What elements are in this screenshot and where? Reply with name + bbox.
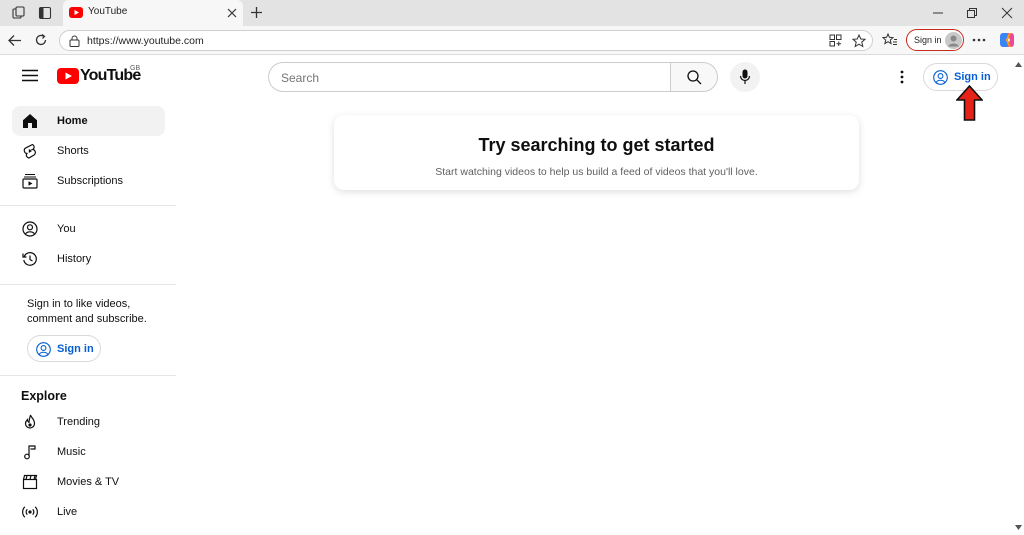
sidebar-item-trending[interactable]: Trending <box>12 407 165 437</box>
more-options-icon[interactable] <box>972 38 986 42</box>
signin-prompt: Sign in to like videos, comment and subs… <box>27 297 167 327</box>
sidebar-item-home[interactable]: Home <box>12 106 165 136</box>
sidebar-signin-label: Sign in <box>57 343 94 355</box>
sidebar-item-history[interactable]: History <box>12 244 165 274</box>
address-field[interactable]: https://www.youtube.com <box>59 30 873 51</box>
app-available-icon[interactable] <box>829 34 842 47</box>
sidebar-item-label: History <box>57 253 92 265</box>
close-tab-icon[interactable] <box>227 8 237 18</box>
signin-prompt-line: Sign in to like videos, <box>27 298 131 310</box>
minimize-icon[interactable] <box>932 7 944 19</box>
sidebar-item-label: You <box>57 223 76 235</box>
search-box <box>268 62 671 92</box>
browser-tab-youtube[interactable]: YouTube <box>63 0 243 26</box>
live-icon <box>22 506 38 518</box>
annotation-arrow-icon <box>956 85 983 121</box>
sidebar-divider <box>0 205 176 206</box>
scroll-up-arrow-icon[interactable] <box>1015 62 1022 67</box>
sidebar-item-live[interactable]: Live <box>12 497 165 527</box>
new-tab-icon[interactable] <box>250 6 263 19</box>
scroll-down-arrow-icon[interactable] <box>1015 525 1022 530</box>
tab-title: YouTube <box>88 6 128 17</box>
back-icon[interactable] <box>8 34 22 47</box>
account-circle-icon <box>933 70 948 85</box>
movies-icon <box>22 474 38 490</box>
guide-sidebar: Home Shorts Subscriptions You History Si… <box>0 104 176 535</box>
trending-icon <box>24 414 36 429</box>
tab-actions-icon[interactable] <box>38 6 52 20</box>
shorts-icon <box>23 143 36 159</box>
sidebar-item-you[interactable]: You <box>12 214 165 244</box>
sidebar-item-subscriptions[interactable]: Subscriptions <box>12 166 165 196</box>
sidebar-item-shorts[interactable]: Shorts <box>12 136 165 166</box>
search-icon <box>687 70 702 85</box>
sidebar-signin-button[interactable]: Sign in <box>27 335 101 362</box>
region-code: GB <box>130 65 141 72</box>
music-icon <box>24 445 36 460</box>
close-window-icon[interactable] <box>1001 7 1013 19</box>
sidebar-divider <box>0 375 176 376</box>
search-button[interactable] <box>670 62 718 92</box>
lock-icon[interactable] <box>69 35 80 47</box>
guide-menu-icon[interactable] <box>22 69 38 82</box>
empty-feed-card: Try searching to get started Start watch… <box>334 115 859 190</box>
microphone-icon <box>739 69 751 84</box>
workspaces-icon[interactable] <box>12 6 26 20</box>
settings-menu-icon[interactable] <box>900 70 904 84</box>
account-circle-icon <box>36 342 51 357</box>
sidebar-item-music[interactable]: Music <box>12 437 165 467</box>
history-icon <box>22 252 37 266</box>
browser-tab-bar: YouTube <box>0 0 1024 26</box>
favorites-icon[interactable] <box>882 33 898 47</box>
page-scrollbar[interactable] <box>1012 56 1024 535</box>
profile-avatar-icon <box>945 32 962 49</box>
youtube-logo[interactable]: YouTube GB <box>57 65 141 88</box>
sidebar-item-label: Live <box>57 506 78 518</box>
copilot-icon[interactable] <box>998 31 1016 49</box>
voice-search-button[interactable] <box>730 62 760 92</box>
search-input[interactable] <box>281 69 661 86</box>
youtube-page: YouTube GB Sign in <box>0 56 1024 535</box>
sidebar-item-label: Subscriptions <box>57 175 124 187</box>
home-icon <box>23 114 37 128</box>
sidebar-item-label: Home <box>57 115 88 127</box>
sidebar-item-label: Trending <box>57 416 101 428</box>
signin-prompt-line: comment and subscribe. <box>27 313 147 325</box>
explore-heading: Explore <box>21 389 67 403</box>
restore-icon[interactable] <box>966 7 978 19</box>
header-signin-label: Sign in <box>954 71 991 83</box>
sidebar-item-label: Movies & TV <box>57 476 120 488</box>
url-text: https://www.youtube.com <box>87 35 204 47</box>
browser-address-bar: https://www.youtube.com Sign in <box>0 26 1024 55</box>
subscriptions-icon <box>22 173 38 189</box>
browser-signin-label: Sign in <box>914 35 942 45</box>
youtube-favicon-icon <box>69 7 83 18</box>
browser-profile-signin-button[interactable]: Sign in <box>906 29 964 51</box>
sidebar-item-movies-tv[interactable]: Movies & TV <box>12 467 165 497</box>
sidebar-item-label: Music <box>57 446 86 458</box>
empty-feed-subtitle: Start watching videos to help us build a… <box>435 166 758 178</box>
favorite-star-icon[interactable] <box>852 34 866 48</box>
you-icon <box>22 221 38 237</box>
sidebar-item-label: Shorts <box>57 145 89 157</box>
empty-feed-title: Try searching to get started <box>478 135 715 155</box>
youtube-play-logo-icon <box>57 68 79 84</box>
refresh-icon[interactable] <box>34 33 48 47</box>
sidebar-divider <box>0 284 176 285</box>
